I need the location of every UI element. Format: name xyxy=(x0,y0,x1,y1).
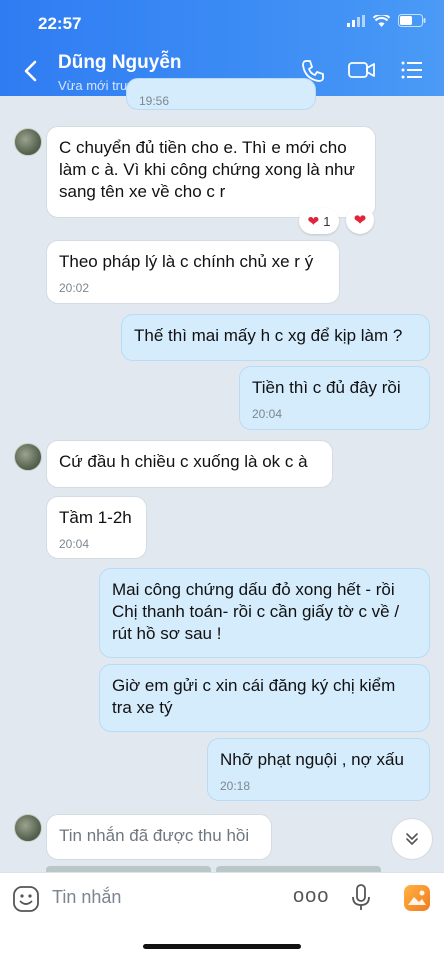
avatar[interactable] xyxy=(14,443,42,471)
message-time: 20:04 xyxy=(59,537,90,551)
double-chevron-down-icon xyxy=(406,833,418,845)
status-icons xyxy=(347,14,426,27)
contact-name[interactable]: Dũng Nguyễn xyxy=(58,52,182,74)
battery-icon xyxy=(398,14,426,27)
message-time: 20:02 xyxy=(59,281,90,295)
message-time: 19:56 xyxy=(139,94,170,108)
message-bubble[interactable]: Theo pháp lý là c chính chủ xe r ý 20:02 xyxy=(46,240,340,304)
message-time: 20:04 xyxy=(252,407,283,421)
message-bubble[interactable]: Thế thì mai mấy h c xg để kịp làm ? xyxy=(121,314,430,361)
more-options-icon[interactable]: ooo xyxy=(293,885,329,908)
message-text: Tiền thì c đủ đây rồi xyxy=(252,378,401,397)
message-text: C chuyển đủ tiền cho e. Thì e mới cho là… xyxy=(59,138,355,201)
microphone-icon[interactable] xyxy=(350,883,372,913)
home-indicator xyxy=(143,944,301,949)
message-text: Theo pháp lý là c chính chủ xe r ý xyxy=(59,252,314,271)
recalled-message-bubble[interactable]: Tin nhắn đã được thu hồi xyxy=(46,814,272,860)
message-input[interactable]: Tin nhắn xyxy=(52,887,121,908)
reaction-count: 1 xyxy=(323,213,331,229)
signal-icon xyxy=(347,14,365,27)
sticker-icon[interactable] xyxy=(12,885,40,913)
back-button[interactable] xyxy=(18,56,44,86)
wifi-icon xyxy=(373,14,390,27)
message-bubble[interactable]: Nhỡ phạt nguội , nợ xấu 20:18 xyxy=(207,738,430,801)
avatar[interactable] xyxy=(14,814,42,842)
scroll-to-bottom-button[interactable] xyxy=(391,818,433,860)
status-time: 22:57 xyxy=(38,14,82,33)
message-text: Giờ em gửi c xin cái đăng ký chị kiểm tr… xyxy=(112,676,396,717)
react-button[interactable]: ❤ xyxy=(346,206,374,234)
message-bubble[interactable]: 19:56 xyxy=(126,78,316,110)
avatar[interactable] xyxy=(14,128,42,156)
heart-icon: ❤ xyxy=(353,212,367,229)
menu-list-icon[interactable] xyxy=(400,58,424,82)
message-text: Thế thì mai mấy h c xg để kịp làm ? xyxy=(134,326,403,345)
message-text: Cứ đầu h chiều c xuống là ok c à xyxy=(59,452,308,471)
message-bubble[interactable]: Tiền thì c đủ đây rồi 20:04 xyxy=(239,366,430,430)
message-bubble[interactable]: Mai công chứng dấu đỏ xong hết - rồi Chị… xyxy=(99,568,430,658)
message-text: Mai công chứng dấu đỏ xong hết - rồi Chị… xyxy=(112,580,400,643)
video-call-icon[interactable] xyxy=(347,58,377,82)
message-bubble[interactable]: Tầm 1-2h 20:04 xyxy=(46,496,147,559)
message-text: Nhỡ phạt nguội , nợ xấu xyxy=(220,750,404,769)
message-bubble[interactable]: Cứ đầu h chiều c xuống là ok c à xyxy=(46,440,333,488)
message-bubble[interactable]: Giờ em gửi c xin cái đăng ký chị kiểm tr… xyxy=(99,664,430,732)
heart-icon: ❤ xyxy=(307,212,320,229)
image-gallery-icon[interactable] xyxy=(404,885,430,911)
message-bubble[interactable]: C chuyển đủ tiền cho e. Thì e mới cho là… xyxy=(46,126,376,218)
reaction-summary[interactable]: ❤ 1 xyxy=(299,208,339,234)
message-text: Tin nhắn đã được thu hồi xyxy=(59,826,250,845)
message-time: 20:18 xyxy=(220,779,251,793)
message-text: Tầm 1-2h xyxy=(59,508,132,527)
